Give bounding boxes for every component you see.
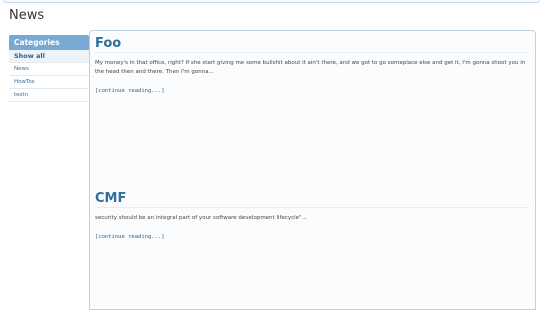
post-excerpt: My money's in that office, right? If she…: [95, 60, 526, 75]
top-bar: [3, 0, 540, 3]
sidebar-item-show-all[interactable]: Show all: [9, 50, 89, 63]
category-sidebar: Categories Show all News HowTos testn: [9, 35, 89, 102]
continue-reading-link[interactable]: [continue reading...]: [95, 88, 165, 95]
page-title: News: [9, 8, 45, 23]
sidebar-item-howtos[interactable]: HowTos: [9, 76, 89, 89]
post-excerpt: security should be an integral part of y…: [95, 215, 307, 221]
continue-reading-link[interactable]: [continue reading...]: [95, 234, 165, 241]
sidebar-item-news[interactable]: News: [9, 63, 89, 76]
posts-panel: Foo My money's in that office, right? If…: [89, 30, 536, 310]
post-title-link[interactable]: Foo: [95, 36, 529, 53]
post-title-link[interactable]: CMF: [95, 191, 529, 208]
sidebar-item-testn[interactable]: testn: [9, 89, 89, 102]
post-item: CMF security should be an integral part …: [95, 191, 529, 242]
post-item: Foo My money's in that office, right? If…: [95, 36, 529, 96]
sidebar-header: Categories: [9, 35, 89, 50]
